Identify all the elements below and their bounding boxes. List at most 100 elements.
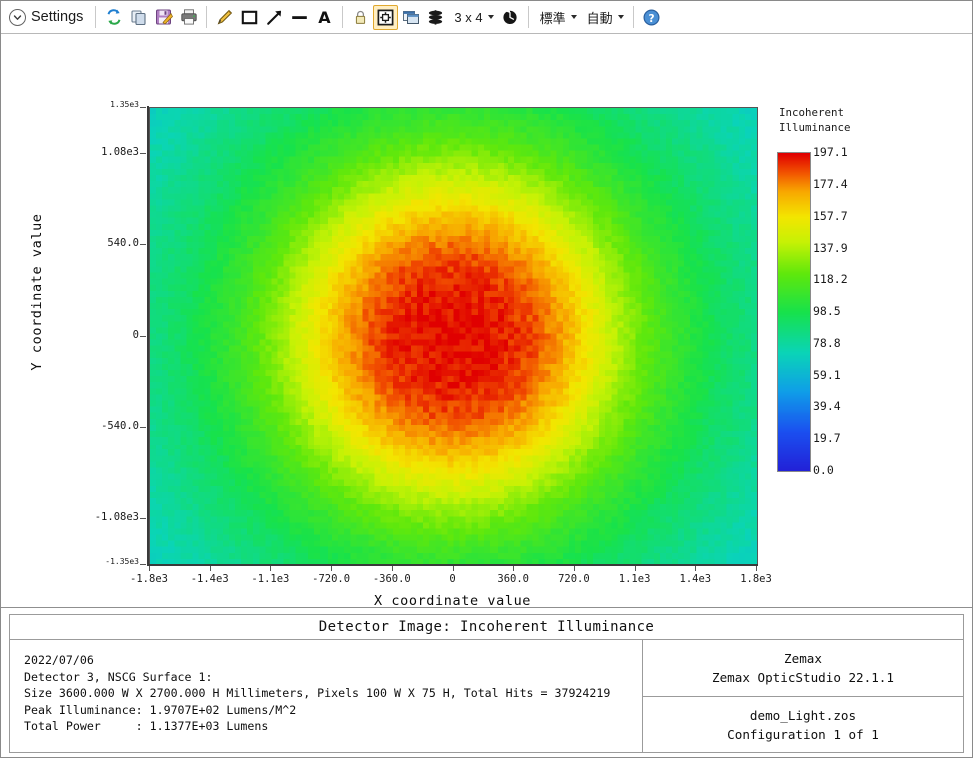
info-line: Total Power : 1.1377E+03 Lumens (24, 719, 269, 733)
x-tick-mark (270, 566, 272, 571)
x-tick-mark (695, 566, 697, 571)
grid-layout-dropdown[interactable]: 3 x 4 (448, 5, 497, 30)
y-axis-label: Y coordinate value (29, 213, 45, 371)
refresh-icon[interactable] (101, 5, 126, 30)
vendor-block: Zemax Zemax OpticStudio 22.1.1 (643, 640, 963, 697)
info-line: Size 3600.000 W X 2700.000 H Millimeters… (24, 686, 611, 700)
toolbar-divider-3 (342, 6, 344, 28)
info-line: Peak Illuminance: 1.9707E+02 Lumens/M^2 (24, 702, 297, 717)
pencil-icon[interactable] (212, 5, 237, 30)
y-tick-mark (140, 107, 146, 108)
x-tick-mark (634, 566, 636, 571)
scale-dropdown[interactable]: 自動 (581, 5, 628, 30)
fit-window-icon[interactable] (373, 4, 399, 30)
x-tick-label: 720.0 (558, 573, 590, 585)
style-dropdown[interactable]: 標準 (534, 5, 581, 30)
x-tick-mark (149, 566, 150, 571)
x-tick-mark (513, 566, 515, 571)
style-dropdown-label: 標準 (539, 10, 566, 26)
y-axis-line (147, 106, 149, 565)
colorbar-tick-label: 177.4 (813, 176, 848, 191)
y-tick-label: 540.0 (107, 237, 139, 250)
toolbar-divider-5 (632, 6, 634, 28)
product-version: Zemax OpticStudio 22.1.1 (712, 670, 894, 685)
y-tick-mark (140, 335, 146, 337)
window-layout-icon[interactable] (398, 5, 423, 30)
toolbar-divider-2 (206, 6, 208, 28)
toolbar: Settings A 3 x 4 標準 自動 ? (1, 1, 972, 34)
colorbar-tick-label: 19.7 (813, 431, 841, 446)
colorbar-tick-label: 98.5 (813, 304, 841, 319)
scale-dropdown-label: 自動 (586, 10, 613, 26)
x-tick-label: -1.4e3 (190, 573, 229, 585)
svg-text:A: A (319, 8, 332, 27)
y-tick-label: -1.35e3 (105, 557, 139, 566)
x-tick-mark (452, 566, 454, 571)
configuration-label: Configuration 1 of 1 (727, 726, 879, 742)
colorbar-tick-label: 197.1 (813, 145, 848, 159)
colorbar-tick-label: 118.2 (813, 272, 848, 287)
settings-button[interactable]: Settings (5, 4, 90, 31)
info-line: 2022/07/06 (24, 653, 94, 667)
colorbar-title-line1: Incoherent (779, 106, 845, 119)
help-icon[interactable]: ? (639, 5, 664, 30)
y-tick-label: 1.35e3 (110, 100, 139, 109)
detector-viewer-window: Settings A 3 x 4 標準 自動 ? 1.35e3 1.08e3 5… (0, 0, 973, 758)
chevron-down-icon (9, 8, 26, 26)
info-title-bar: Detector Image: Incoherent Illuminance (9, 614, 964, 640)
x-axis-label: X coordinate value (373, 593, 532, 608)
info-text-block: 2022/07/06 Detector 3, NSCG Surface 1: Siz… (10, 640, 643, 752)
x-tick-label: -720.0 (312, 573, 351, 585)
colorbar-tick-label: 59.1 (813, 367, 841, 382)
y-tick-label: -1.08e3 (94, 511, 139, 524)
chevron-down-icon (617, 15, 624, 19)
line-icon[interactable] (287, 5, 312, 30)
detector-plot-area: 1.35e3 1.08e3 540.0 0 -540.0 -1.08e3 -1.35e3 -… (1, 34, 972, 608)
y-tick-mark (140, 244, 146, 246)
vendor-name: Zemax (784, 651, 822, 666)
print-icon[interactable] (176, 5, 201, 30)
y-tick-mark (140, 518, 146, 520)
lock-icon[interactable] (348, 5, 373, 30)
svg-text:?: ? (648, 13, 654, 25)
layers-icon[interactable] (423, 5, 448, 30)
rectangle-icon[interactable] (237, 5, 262, 30)
copy-icon[interactable] (126, 5, 151, 30)
x-tick-label: 1.8e3 (740, 573, 772, 585)
x-tick-label: 1.1e3 (618, 573, 651, 585)
file-name: demo_Light.zos (749, 707, 857, 723)
y-tick-mark (140, 426, 146, 428)
x-tick-mark (209, 566, 211, 571)
x-tick-mark (573, 566, 575, 571)
x-tick-label: 0 (449, 573, 456, 585)
y-tick-mark (140, 152, 146, 154)
colorbar-tick-label: 0.0 (813, 463, 834, 477)
x-tick-mark (756, 566, 757, 571)
info-line: Detector 3, NSCG Surface 1: (24, 669, 213, 684)
info-meta-block: Zemax Zemax OpticStudio 22.1.1 demo_Ligh… (643, 640, 963, 752)
heatmap-canvas[interactable] (149, 107, 758, 566)
save-icon[interactable] (151, 5, 176, 30)
x-tick-label: 360.0 (497, 573, 529, 585)
chevron-down-icon (570, 15, 577, 19)
colorbar-tick-label: 137.9 (813, 240, 848, 255)
x-tick-label: -360.0 (372, 573, 411, 585)
chevron-down-icon (487, 15, 494, 19)
colorbar-tick-label: 157.7 (813, 208, 848, 223)
x-tick-mark (331, 566, 333, 571)
x-tick-label: 1.4e3 (679, 573, 712, 585)
file-block: demo_Light.zos Configuration 1 of 1 (643, 697, 963, 752)
colorbar-tick-label: 78.8 (813, 335, 841, 350)
y-tick-label: -540.0 (101, 419, 139, 432)
clock-icon[interactable] (498, 5, 523, 30)
arrow-icon[interactable] (262, 5, 287, 30)
info-title: Detector Image: Incoherent Illuminance (318, 619, 655, 635)
y-tick-label: 1.08e3 (101, 145, 139, 158)
x-tick-mark (391, 566, 393, 571)
info-panel: Detector Image: Incoherent Illuminance 2… (1, 608, 972, 757)
y-tick-mark (140, 564, 146, 565)
info-body: 2022/07/06 Detector 3, NSCG Surface 1: Siz… (9, 640, 964, 753)
colorbar-tick-label: 39.4 (813, 399, 841, 414)
text-icon[interactable]: A (312, 5, 337, 30)
x-tick-label: -1.8e3 (130, 573, 168, 585)
